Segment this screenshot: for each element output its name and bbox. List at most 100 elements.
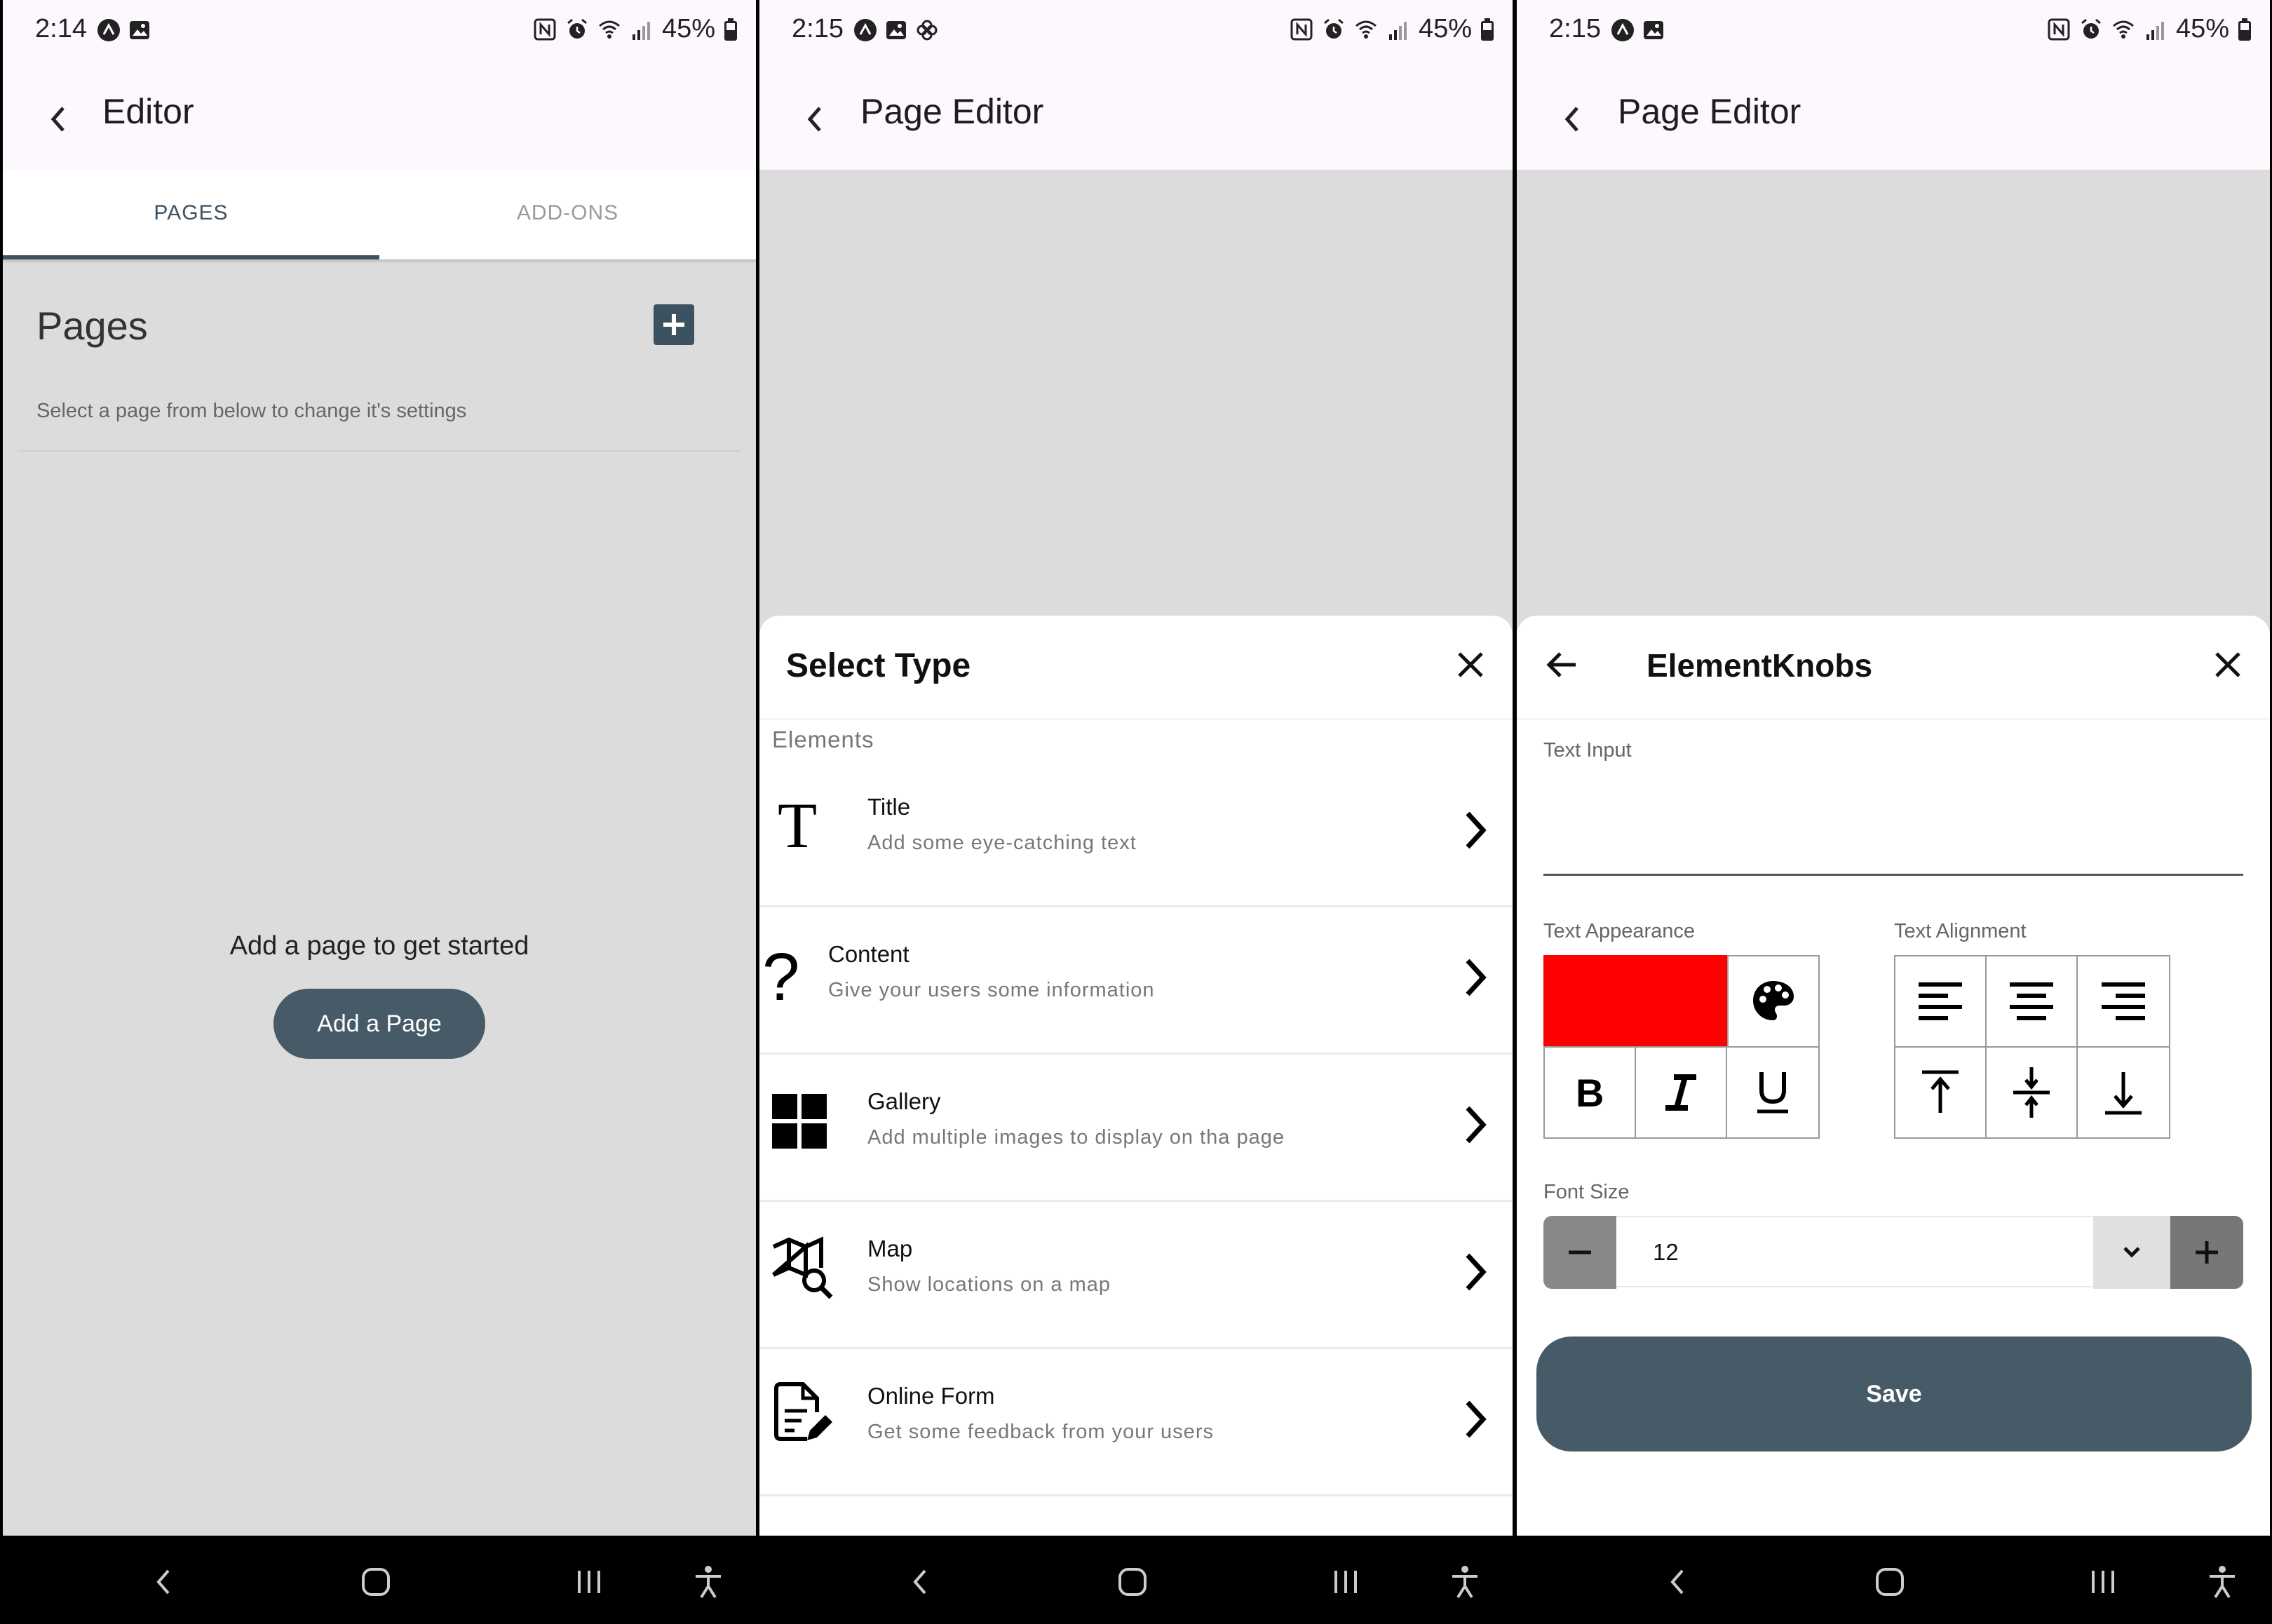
signal-icon <box>632 21 650 40</box>
alarm-icon <box>2081 18 2101 39</box>
nav-accessibility-icon[interactable] <box>2201 1561 2243 1603</box>
nav-recents-icon[interactable] <box>568 1561 610 1603</box>
item-subtitle: Add multiple images to display on tha pa… <box>867 1126 1285 1149</box>
tab-bar: PAGES ADD-ONS <box>3 170 756 259</box>
form-edit-icon <box>774 1382 832 1441</box>
font-size-dropdown-button[interactable] <box>2093 1216 2170 1289</box>
app-notification-icon <box>1611 19 1634 41</box>
align-middle-icon <box>2013 1067 2050 1118</box>
align-center-button[interactable] <box>1985 955 2078 1048</box>
image-notification-icon <box>1644 21 1663 39</box>
tab-add-ons[interactable]: ADD-ONS <box>379 170 756 259</box>
list-item-title[interactable]: T Title Add some eye-catching text <box>759 760 1513 907</box>
close-icon[interactable] <box>1454 648 1487 682</box>
nav-back-icon[interactable] <box>1657 1561 1699 1603</box>
wifi-icon <box>1355 20 1377 39</box>
text-color-swatch[interactable] <box>1543 955 1727 1046</box>
back-chevron-icon[interactable] <box>800 100 828 139</box>
nav-home-icon[interactable] <box>1111 1561 1154 1603</box>
chevron-right-icon <box>1466 1106 1487 1144</box>
plus-icon <box>2196 1241 2218 1264</box>
item-title: Title <box>867 794 911 820</box>
nav-recents-icon[interactable] <box>1325 1561 1367 1603</box>
nfc-icon <box>1290 18 1313 40</box>
item-title: Content <box>828 941 910 967</box>
align-middle-button[interactable] <box>1985 1046 2078 1139</box>
nav-accessibility-icon[interactable] <box>1444 1561 1486 1603</box>
font-size-input[interactable]: 12 <box>1616 1216 2093 1287</box>
nav-back-icon[interactable] <box>900 1561 942 1603</box>
status-bar: 2:15 45% <box>759 0 1513 67</box>
align-bottom-button[interactable] <box>2076 1046 2170 1139</box>
chevron-right-icon <box>1466 959 1487 996</box>
plus-icon <box>663 314 684 335</box>
close-icon[interactable] <box>2211 648 2245 682</box>
arrow-left-icon[interactable] <box>1543 647 1580 683</box>
add-page-button[interactable]: Add a Page <box>273 989 485 1059</box>
section-label: Elements <box>772 726 874 752</box>
align-top-button[interactable] <box>1894 1046 1987 1139</box>
align-right-button[interactable] <box>2076 955 2170 1048</box>
page-editor-element-knobs-screen: 2:15 45% Page Editor ElementKnobs Text I… <box>1517 0 2270 1624</box>
app-bar: Editor <box>3 67 756 170</box>
text-t-icon: T <box>778 791 817 861</box>
align-center-icon <box>2010 982 2053 1020</box>
sheet-title: ElementKnobs <box>1646 647 1873 684</box>
grid-icon <box>772 1094 827 1149</box>
text-input-field[interactable] <box>1543 777 2243 868</box>
page-title: Page Editor <box>1618 92 1801 131</box>
list-item-online-form[interactable]: Online Form Get some feedback from your … <box>759 1349 1513 1496</box>
font-size-stepper: 12 <box>1543 1216 2243 1289</box>
nav-recents-icon[interactable] <box>2082 1561 2124 1603</box>
list-item-content[interactable]: ? Content Give your users some informati… <box>759 907 1513 1055</box>
align-top-icon <box>1922 1070 1959 1113</box>
align-right-icon <box>2102 982 2145 1020</box>
text-appearance-grid: B <box>1543 955 1820 1139</box>
wifi-icon <box>598 20 620 39</box>
bold-button[interactable]: B <box>1543 1046 1636 1139</box>
battery-percent: 45% <box>1418 14 1472 43</box>
item-title: Gallery <box>867 1088 941 1114</box>
nav-home-icon[interactable] <box>1869 1561 1911 1603</box>
item-title: Map <box>867 1236 913 1261</box>
status-bar: 2:14 45% <box>3 0 756 67</box>
image-notification-icon <box>886 21 906 39</box>
tab-pages[interactable]: PAGES <box>3 170 379 259</box>
battery-icon <box>2238 18 2251 41</box>
minus-icon <box>1569 1250 1591 1254</box>
font-size-increment-button[interactable] <box>2170 1216 2243 1289</box>
item-subtitle: Add some eye-catching text <box>867 832 1137 854</box>
back-chevron-icon[interactable] <box>43 100 72 139</box>
add-page-icon-button[interactable] <box>654 304 694 345</box>
list-item-gallery[interactable]: Gallery Add multiple images to display o… <box>759 1055 1513 1202</box>
text-appearance-label: Text Appearance <box>1543 920 1696 942</box>
font-size-label: Font Size <box>1543 1181 1630 1203</box>
signal-icon <box>1388 21 1407 40</box>
empty-state-message: Add a page to get started <box>229 931 529 961</box>
underline-button[interactable] <box>1726 1046 1820 1139</box>
align-left-button[interactable] <box>1894 955 1987 1048</box>
select-type-sheet: Select Type Elements T Title Add some ey… <box>759 616 1513 1536</box>
color-picker-button[interactable] <box>1727 955 1820 1048</box>
list-item-map[interactable]: Map Show locations on a map <box>759 1202 1513 1349</box>
italic-button[interactable] <box>1635 1046 1727 1139</box>
chevron-right-icon <box>1466 1253 1487 1291</box>
battery-icon <box>1481 18 1494 41</box>
system-nav-bar <box>759 1536 1513 1624</box>
nav-home-icon[interactable] <box>355 1561 397 1603</box>
font-size-decrement-button[interactable] <box>1543 1216 1616 1289</box>
pinwheel-notification-icon <box>917 20 938 41</box>
map-search-icon <box>772 1236 833 1299</box>
question-mark-icon: ? <box>762 940 799 1008</box>
back-chevron-icon[interactable] <box>1557 100 1585 139</box>
nav-accessibility-icon[interactable] <box>687 1561 729 1603</box>
nfc-icon <box>2048 18 2070 40</box>
text-input-underline <box>1543 874 2243 876</box>
app-notification-icon <box>97 19 120 41</box>
alarm-icon <box>1323 18 1344 39</box>
nfc-icon <box>534 18 556 40</box>
save-button[interactable]: Save <box>1536 1337 2252 1452</box>
nav-back-icon[interactable] <box>143 1561 185 1603</box>
system-nav-bar <box>3 1536 756 1624</box>
editor-screen: 2:14 45% Editor PAGES ADD-ONS Pages Sele… <box>3 0 756 1624</box>
